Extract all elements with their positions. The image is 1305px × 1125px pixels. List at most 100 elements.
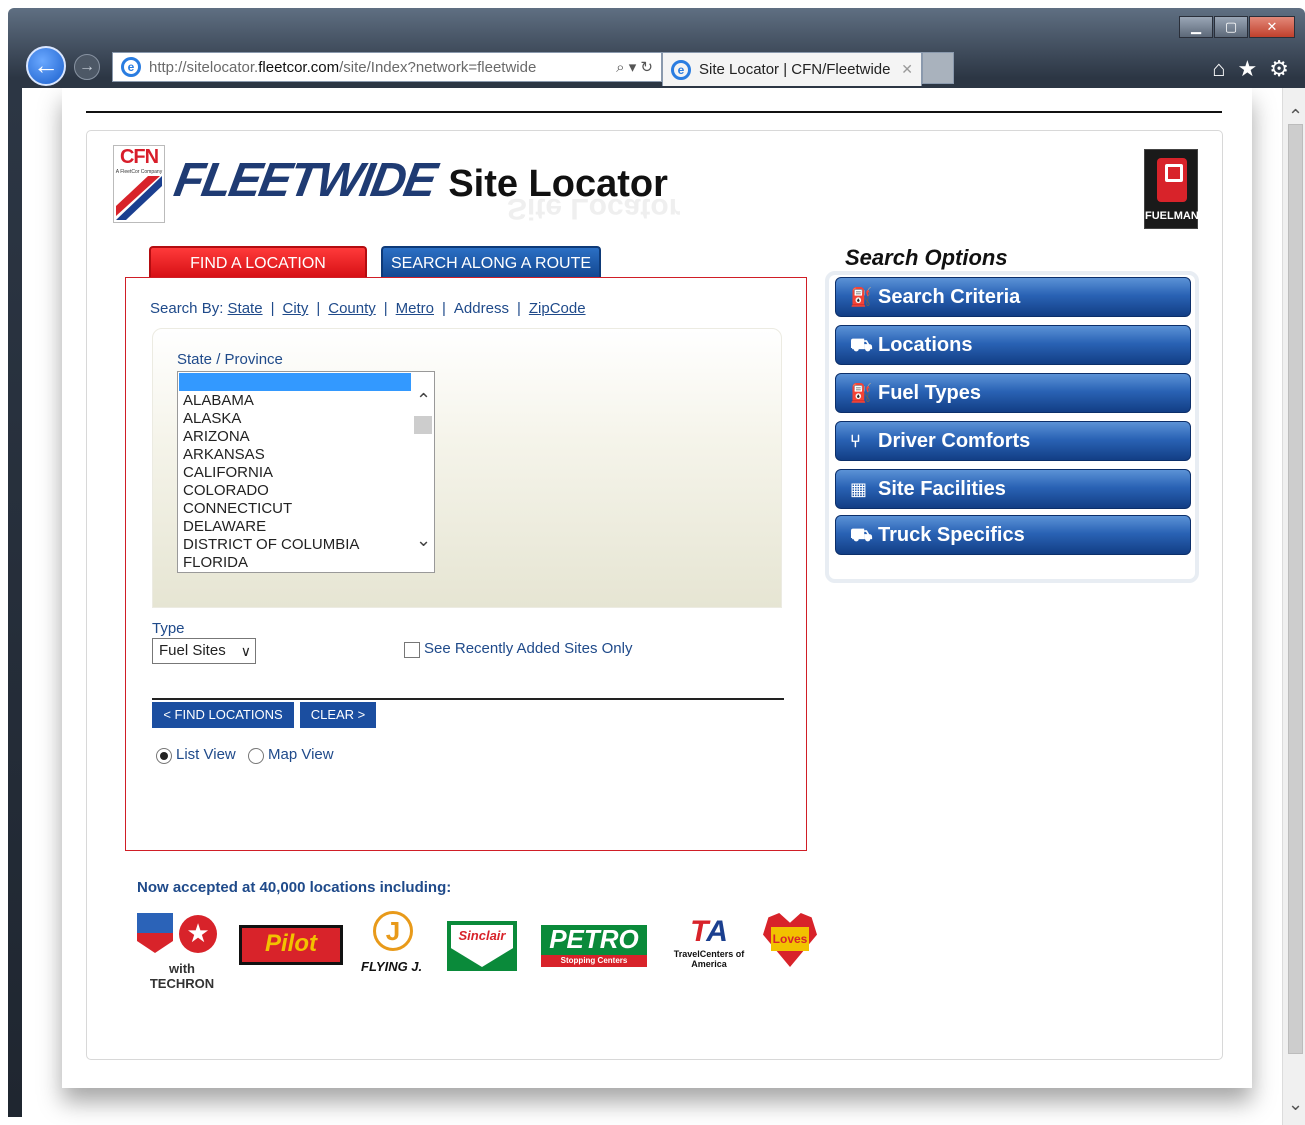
cfn-stripe-icon <box>116 176 162 220</box>
find-locations-button[interactable]: < FIND LOCATIONS <box>152 702 294 728</box>
search-by-address-link[interactable]: Address <box>454 300 509 317</box>
cfn-logo[interactable]: CFN A FleetCor Company <box>113 145 165 223</box>
tab-find-location[interactable]: FIND A LOCATION <box>149 246 367 278</box>
sinclair-logo: Sinclair <box>447 921 517 971</box>
address-bar[interactable]: e http://sitelocator.fleetcor.com/site/I… <box>112 52 662 82</box>
listbox-scrollbar[interactable]: ⌃ ⌄ <box>412 372 434 572</box>
scroll-thumb[interactable] <box>1288 124 1303 1054</box>
minimize-icon[interactable]: ▁ <box>1179 16 1213 38</box>
state-option[interactable]: ARKANSAS <box>183 446 359 464</box>
texaco-star-icon: ★ <box>179 915 217 953</box>
ie-icon: e <box>121 57 141 77</box>
panel-divider <box>152 698 784 700</box>
search-by-county-link[interactable]: County <box>328 300 376 317</box>
truck-icon: ⛟ <box>850 525 873 545</box>
new-tab-button[interactable] <box>922 52 954 84</box>
back-arrow-icon[interactable]: ← <box>26 46 66 86</box>
truck-specifics-button[interactable]: ⛟ Truck Specifics <box>835 515 1191 555</box>
flying-j-icon: J <box>373 911 413 951</box>
navigation-bar: ← → e http://sitelocator.fleetcor.com/si… <box>22 44 1295 90</box>
chevron-texaco-logo: ★ with TECHRON <box>137 911 227 991</box>
state-option[interactable]: ALASKA <box>183 410 359 428</box>
search-criteria-label: Search Criteria <box>878 286 1021 308</box>
locations-button[interactable]: ⛟ Locations <box>835 325 1191 365</box>
ta-sub-label: TravelCenters of America <box>673 949 745 969</box>
state-option[interactable]: DISTRICT OF COLUMBIA <box>183 536 359 554</box>
url-text[interactable]: http://sitelocator.fleetcor.com/site/Ind… <box>149 59 610 76</box>
cfn-logo-sub: A FleetCor Company <box>115 169 163 175</box>
search-by-city-link[interactable]: City <box>282 300 308 317</box>
favorites-star-icon[interactable]: ★ <box>1238 56 1258 82</box>
loves-logo: Loves <box>763 909 817 969</box>
browser-tab[interactable]: e Site Locator | CFN/Fleetwide ✕ <box>662 52 922 86</box>
flying-j-logo: J FLYING J. <box>357 911 427 979</box>
search-by-metro-link[interactable]: Metro <box>396 300 434 317</box>
scroll-thumb[interactable] <box>414 416 432 434</box>
home-icon[interactable]: ⌂ <box>1212 56 1225 82</box>
ie-tab-icon: e <box>671 59 691 80</box>
fuel-types-button[interactable]: ⛽ Fuel Types <box>835 373 1191 413</box>
state-option[interactable]: DELAWARE <box>183 518 359 536</box>
scroll-down-icon[interactable]: ⌄ <box>1283 1094 1305 1115</box>
ta-mark: TA <box>690 915 728 948</box>
state-province-label: State / Province <box>177 351 283 368</box>
fuel-pump-icon: ⛽ <box>850 287 873 307</box>
type-label: Type <box>152 620 185 637</box>
settings-gear-icon[interactable]: ⚙ <box>1269 56 1289 82</box>
type-select-value: Fuel Sites <box>159 642 226 659</box>
state-option[interactable]: ARIZONA <box>183 428 359 446</box>
ta-logo: TA TravelCenters of America <box>667 915 751 975</box>
state-option[interactable]: CONNECTICUT <box>183 500 359 518</box>
tab-search-along-route[interactable]: SEARCH ALONG A ROUTE <box>381 246 601 278</box>
selected-blank-option[interactable] <box>179 373 411 391</box>
search-by-zipcode-link[interactable]: ZipCode <box>529 300 586 317</box>
maximize-icon[interactable]: ▢ <box>1214 16 1248 38</box>
state-selection-box: State / Province ALABAMA ALASKA ARIZONA ARK… <box>152 328 782 608</box>
truck-specifics-label: Truck Specifics <box>878 524 1025 546</box>
state-option[interactable]: FLORIDA <box>183 554 359 572</box>
close-icon[interactable]: ✕ <box>1249 16 1295 38</box>
state-option[interactable]: CALIFORNIA <box>183 464 359 482</box>
list-view-radio[interactable] <box>156 748 172 764</box>
map-view-label[interactable]: Map View <box>268 746 334 763</box>
forward-arrow-icon[interactable]: → <box>74 54 100 80</box>
state-listbox[interactable]: ALABAMA ALASKA ARIZONA ARKANSAS CALIFORNIA CO… <box>177 371 435 573</box>
search-refresh-icons[interactable]: ⌕ ▾ ↻ <box>616 58 653 76</box>
state-options: ALABAMA ALASKA ARIZONA ARKANSAS CALIFORNIA CO… <box>183 392 359 572</box>
browser-window: ▁ ▢ ✕ ← → e http://sitelocator.fleetcor.… <box>8 8 1305 1125</box>
building-icon: ▦ <box>850 479 868 499</box>
clear-button[interactable]: CLEAR > <box>300 702 376 728</box>
recent-sites-checkbox[interactable] <box>404 642 420 658</box>
page-scrollbar[interactable]: ⌃ ⌄ <box>1282 88 1305 1125</box>
search-panel: Search By: State | City | County | Metro | Addre… <box>125 277 807 851</box>
search-by-row: Search By: State | City | County | Metro | Addre… <box>150 300 586 317</box>
chevron-up-icon[interactable]: ⌃ <box>416 390 431 411</box>
fuel-pump-icon: ⛽ <box>850 383 873 403</box>
locations-label: Locations <box>878 334 973 356</box>
chevron-down-icon: ∨ <box>240 643 251 659</box>
pilot-logo: Pilot <box>239 925 343 965</box>
tab-close-icon[interactable]: ✕ <box>901 61 913 78</box>
list-view-label[interactable]: List View <box>176 746 236 763</box>
petro-logo: PETRO Stopping Centers <box>541 925 647 967</box>
state-option[interactable]: COLORADO <box>183 482 359 500</box>
state-option[interactable]: ALABAMA <box>183 392 359 410</box>
recent-sites-label[interactable]: See Recently Added Sites Only <box>424 640 632 657</box>
fuelman-logo[interactable]: FUELMAN <box>1144 149 1199 229</box>
search-by-state-link[interactable]: State <box>228 300 263 317</box>
site-facilities-button[interactable]: ▦ Site Facilities <box>835 469 1191 509</box>
search-by-label: Search By: <box>150 300 224 317</box>
cfn-logo-text: CFN <box>119 146 159 168</box>
fuel-types-label: Fuel Types <box>878 382 981 404</box>
title-reflection: Site Locator <box>507 192 681 225</box>
search-criteria-button[interactable]: ⛽ Search Criteria <box>835 277 1191 317</box>
site-locator-card: CFN A FleetCor Company FLEETWIDE Site Lo… <box>86 130 1223 1060</box>
map-view-radio[interactable] <box>248 748 264 764</box>
fuelman-label: FUELMAN <box>1145 210 1199 222</box>
type-select[interactable]: Fuel Sites ∨ <box>152 638 256 664</box>
chevron-down-icon[interactable]: ⌄ <box>416 530 431 551</box>
search-options-box: ⛽ Search Criteria ⛟ Locations ⛽ Fuel Types … <box>825 271 1199 583</box>
driver-comforts-button[interactable]: ⑂ Driver Comforts <box>835 421 1191 461</box>
fuel-pump-icon <box>1157 158 1187 202</box>
truck-icon: ⛟ <box>850 335 873 355</box>
